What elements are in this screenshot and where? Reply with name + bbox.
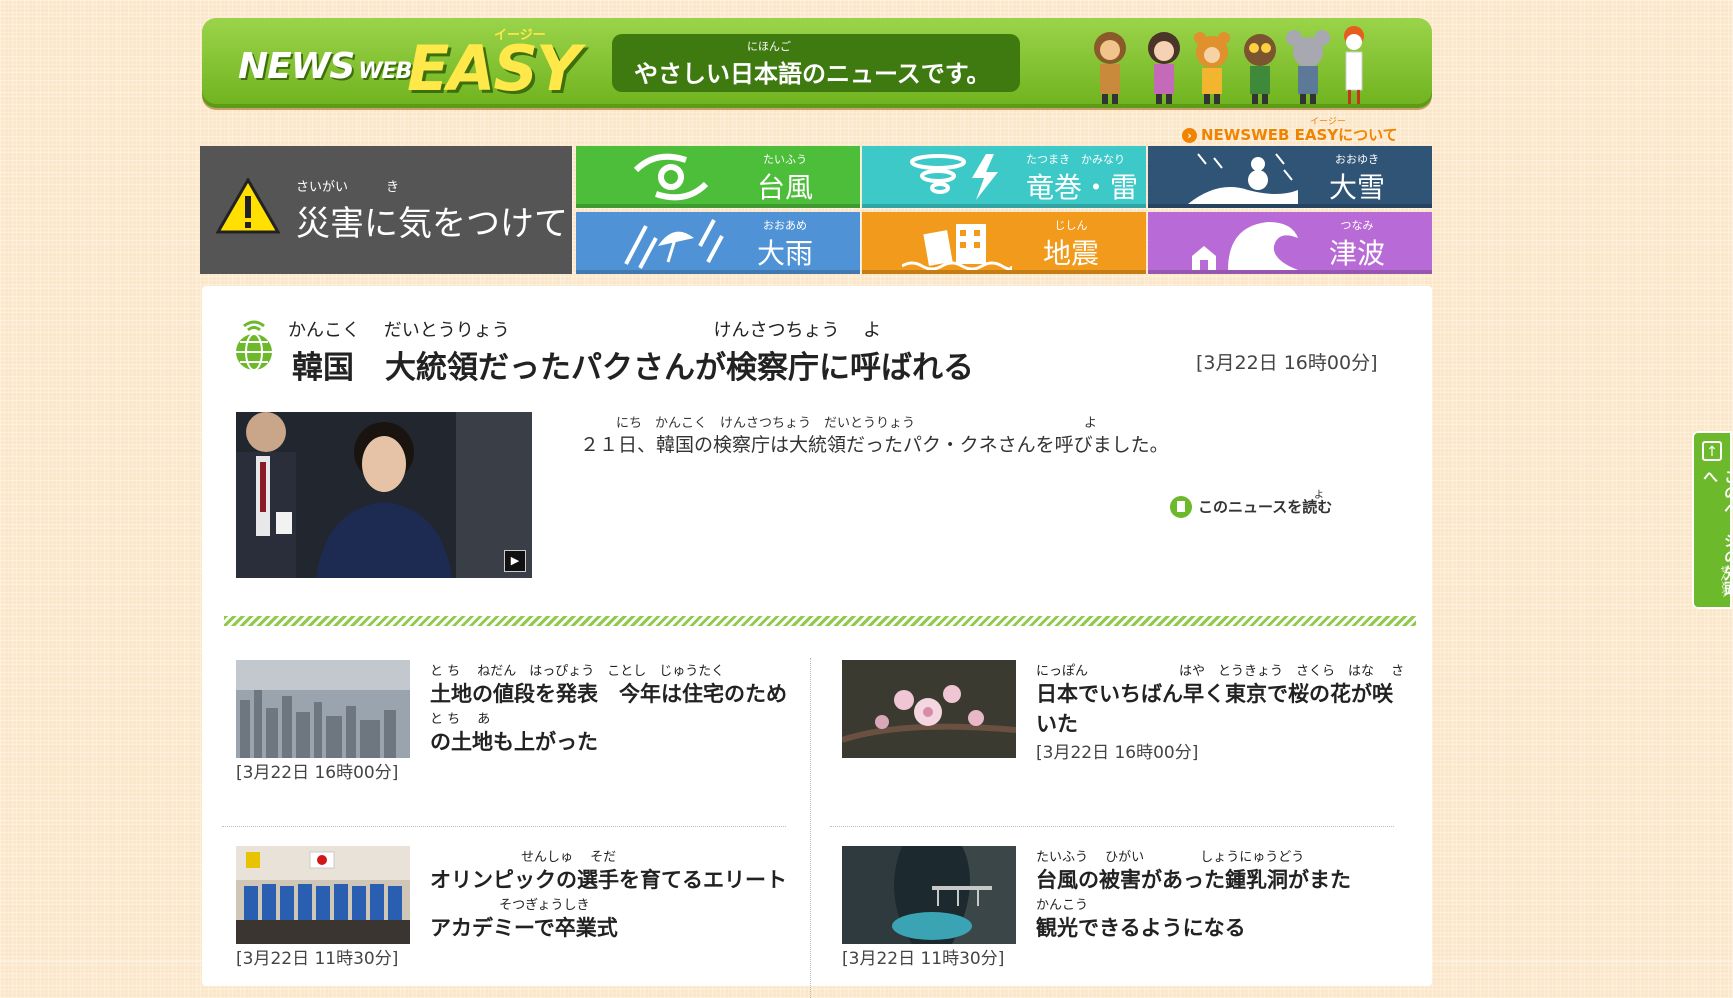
news-thumbnail[interactable] — [842, 846, 1016, 944]
news-content-panel: かんこく だいとうりょう けんさつちょう よ 韓国 大統領だったパクさんが検察庁… — [202, 286, 1432, 998]
disaster-main-link[interactable]: さいがい き 災害に気をつけて — [200, 146, 572, 274]
logo-news[interactable]: NEWS WEB — [238, 46, 412, 87]
disaster-nav: さいがい き 災害に気をつけて たいふう 台風 たつまき かみなり 竜巻・雷 お… — [200, 146, 1434, 274]
disaster-title: 災害に気をつけて — [296, 204, 568, 244]
top-news-lead: ２１日、韓国の検察庁は大統領だったパク・クネさんを呼びました。 — [580, 434, 1169, 456]
tile-snow-label: 大雪 — [1328, 171, 1385, 204]
tagline: やさしい日本語のニュースです。 — [634, 60, 991, 88]
row-divider — [222, 826, 786, 827]
news-thumbnail[interactable] — [236, 846, 410, 944]
news-title[interactable]: の土地も上がった — [430, 726, 598, 756]
tile-tornado-label: 竜巻・雷 — [1026, 171, 1139, 204]
news-ruby: せんしゅ そだ — [430, 850, 617, 865]
tagline-box: にほんご やさしい日本語のニュースです。 — [612, 34, 1020, 92]
news-title[interactable]: いた — [1036, 708, 1078, 738]
logo-web: WEB — [358, 59, 412, 84]
snowman-icon — [1188, 153, 1298, 204]
play-video-icon[interactable]: ▶ — [504, 550, 526, 572]
disaster-ruby-saigai: さいがい — [296, 180, 349, 195]
news-ruby: にっぽん はや とうきょう さくら はな さ — [1036, 664, 1405, 679]
top-news-lead-ruby: にち かんこく けんさつちょう だいとうりょう よ — [616, 416, 1098, 431]
news-thumbnail[interactable] — [842, 660, 1016, 758]
tile-quake-ruby: じしん — [1054, 219, 1088, 232]
news-date: [3月22日 16時00分] — [236, 763, 399, 783]
tile-tsunami-label: 津波 — [1328, 237, 1385, 270]
top-news-ruby: かんこく だいとうりょう けんさつちょう よ — [288, 320, 882, 341]
news-title[interactable]: 観光できるようになる — [1036, 912, 1246, 942]
news-ruby: そつぎょうしき — [430, 898, 590, 913]
tile-tornado-thunder[interactable]: たつまき かみなり 竜巻・雷 — [862, 146, 1146, 208]
tagline-ruby: にほんご — [747, 40, 791, 53]
tile-rain-ruby: おおあめ — [763, 219, 807, 232]
read-news-button[interactable]: このニュースを読む — [1170, 496, 1332, 518]
news-title[interactable]: 日本でいちばん早く東京で桜の花が咲 — [1036, 678, 1393, 708]
earthquake-building-icon — [902, 224, 1012, 270]
news-title[interactable]: オリンピックの選手を育てるエリート — [430, 864, 787, 894]
tile-earthquake[interactable]: じしん 地震 — [862, 212, 1146, 274]
chevron-right-icon: › — [1182, 128, 1197, 143]
tile-heavy-snow[interactable]: おおゆき 大雪 — [1148, 146, 1432, 208]
warning-icon — [216, 178, 280, 234]
news-date: [3月22日 11時30分] — [842, 949, 1005, 969]
column-divider — [810, 658, 811, 998]
news-ruby: と ち ねだん はっぴょう ことし じゅうたく — [430, 664, 725, 679]
tsunami-wave-icon — [1192, 222, 1298, 270]
tile-heavy-rain[interactable]: おおあめ 大雨 — [576, 212, 860, 274]
news-ruby: たいふう ひがい しょうにゅうどう — [1036, 850, 1305, 865]
back-to-top-button[interactable]: ↑ このページの先頭へ せんとう — [1692, 431, 1733, 609]
tornado-lightning-icon — [910, 154, 998, 200]
news-title[interactable]: アカデミーで卒業式 — [430, 912, 618, 942]
news-title[interactable]: 土地の値段を発表 今年は住宅のため — [430, 678, 787, 708]
tile-tornado-ruby: たつまき かみなり — [1026, 153, 1125, 166]
top-news-photo[interactable]: ▶ — [236, 412, 532, 578]
news-ruby: かんこう — [1036, 898, 1089, 913]
typhoon-icon — [633, 153, 709, 201]
news-item[interactable]: にっぽん はや とうきょう さくら はな さ 日本でいちばん早く東京で桜の花が咲… — [842, 660, 1404, 790]
news-item[interactable]: と ち ねだん はっぴょう ことし じゅうたく 土地の値段を発表 今年は住宅のた… — [236, 660, 787, 790]
about-link[interactable]: › NEWSWEB EASYについて — [1182, 124, 1398, 145]
news-item[interactable]: せんしゅ そだ オリンピックの選手を育てるエリート そつぎょうしき アカデミーで… — [236, 846, 787, 976]
news-title[interactable]: 台風の被害があった鍾乳洞がまた — [1036, 864, 1351, 894]
header-banner: NEWS WEB イージー EASY にほんご やさしい日本語のニュースです。 — [202, 18, 1432, 108]
arrow-up-icon: ↑ — [1702, 441, 1722, 461]
umbrella-rain-icon — [624, 219, 724, 269]
news-ruby: と ち あ — [430, 712, 491, 727]
tile-quake-label: 地震 — [1042, 237, 1099, 270]
mascot-characters-illustration — [1092, 18, 1422, 106]
tile-tsunami[interactable]: つなみ 津波 — [1148, 212, 1432, 274]
tile-typhoon-ruby: たいふう — [763, 153, 807, 166]
news-item[interactable]: たいふう ひがい しょうにゅうどう 台風の被害があった鍾乳洞がまた かんこう 観… — [842, 846, 1382, 976]
tile-snow-ruby: おおゆき — [1335, 153, 1379, 166]
tile-typhoon[interactable]: たいふう 台風 — [576, 146, 860, 208]
document-icon — [1170, 496, 1192, 518]
tile-typhoon-label: 台風 — [756, 171, 813, 204]
news-date: [3月22日 16時00分] — [1036, 743, 1199, 763]
tile-tsunami-ruby: つなみ — [1340, 219, 1374, 232]
news-date: [3月22日 11時30分] — [236, 949, 399, 969]
section-divider — [224, 616, 1416, 626]
top-news-date: [3月22日 16時00分] — [1196, 352, 1378, 374]
logo-easy[interactable]: EASY — [407, 32, 581, 105]
disaster-ruby-ki: き — [386, 180, 400, 195]
globe-broadcast-icon — [236, 320, 272, 371]
top-news-title[interactable]: 韓国 大統領だったパクさんが検察庁に呼ばれる — [292, 342, 974, 387]
back-to-top-ruby: せんとう — [1720, 565, 1729, 597]
row-divider — [830, 826, 1394, 827]
news-thumbnail[interactable] — [236, 660, 410, 758]
tile-rain-label: 大雨 — [756, 237, 813, 270]
